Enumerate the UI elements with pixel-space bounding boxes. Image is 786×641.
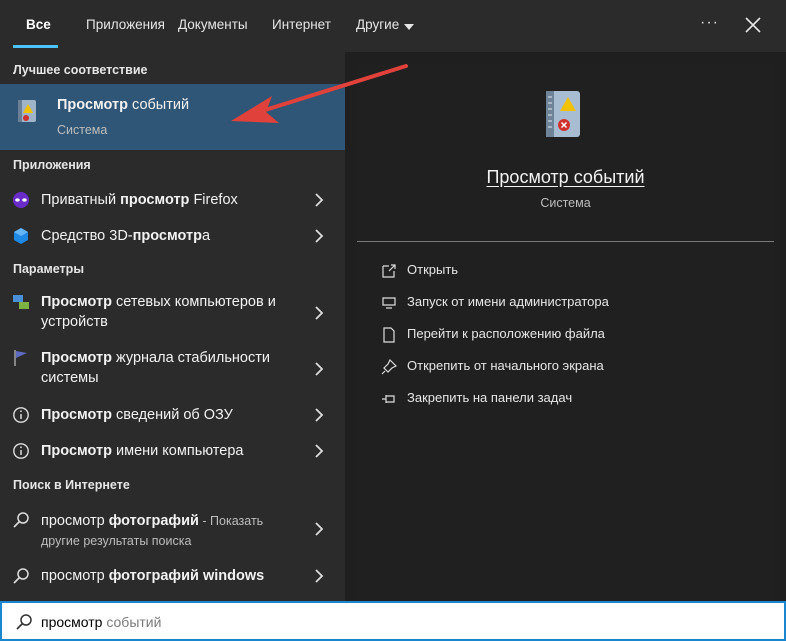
item-bold: Просмотр xyxy=(41,407,112,423)
best-match-subtitle: Система xyxy=(57,123,108,137)
item-line2: устройств xyxy=(41,314,108,330)
list-item-network-view[interactable]: Просмотр сетевых компьютеров и устройств xyxy=(0,285,345,339)
best-match-title-bold: Просмотр xyxy=(57,97,128,113)
event-viewer-icon xyxy=(546,91,580,137)
best-match-item[interactable]: Просмотр событий Система xyxy=(0,84,345,150)
shield-icon xyxy=(382,296,396,309)
item-bold: просмотр xyxy=(120,192,190,208)
tab-internet[interactable]: Интернет xyxy=(272,17,331,32)
item-post: а xyxy=(201,228,211,244)
list-item-3d-viewer[interactable]: Средство 3D-просмотра xyxy=(0,219,345,253)
action-label: Запуск от имени администратора xyxy=(407,294,609,309)
preview-subtitle: Система xyxy=(540,196,591,210)
action-open-file-location[interactable]: Перейти к расположению файла xyxy=(381,326,605,343)
section-apps: Приложения xyxy=(13,158,91,172)
section-best-match: Лучшее соответствие xyxy=(13,63,148,77)
search-icon xyxy=(13,512,29,528)
search-bar[interactable]: просмотр событий xyxy=(0,601,786,641)
close-icon[interactable] xyxy=(744,16,762,34)
more-options-button[interactable]: ··· xyxy=(700,14,719,32)
list-item-web-photos-windows[interactable]: просмотр фотографий windows xyxy=(0,559,345,593)
item-pre: просмотр xyxy=(41,568,109,584)
chevron-down-icon[interactable] xyxy=(404,24,414,30)
event-viewer-icon xyxy=(18,100,36,122)
action-label: Открыть xyxy=(407,262,459,277)
tab-all[interactable]: Все xyxy=(26,17,51,32)
unpin-icon xyxy=(381,358,397,374)
action-run-as-admin[interactable]: Запуск от имени администратора xyxy=(381,294,609,311)
tab-apps[interactable]: Приложения xyxy=(86,17,165,32)
item-bold: Просмотр xyxy=(41,443,112,459)
divider xyxy=(357,241,774,242)
item-bold: Просмотр xyxy=(41,294,112,310)
section-settings: Параметры xyxy=(13,262,84,276)
action-open[interactable]: Открыть xyxy=(381,262,458,279)
item-post: сетевых компьютеров и xyxy=(112,294,276,310)
info-icon xyxy=(13,443,29,459)
item-bold: фотографий windows xyxy=(108,568,265,584)
item-post: - Показать xyxy=(198,514,264,528)
chevron-right-icon[interactable] xyxy=(314,444,324,458)
list-item-firefox-private[interactable]: Приватный просмотр Firefox xyxy=(0,183,345,217)
chevron-right-icon[interactable] xyxy=(314,522,324,536)
list-item-stability-log[interactable]: Просмотр журнала стабильности системы xyxy=(0,341,345,395)
item-post: журнала стабильности xyxy=(112,350,270,366)
action-pin-taskbar[interactable]: Закрепить на панели задач xyxy=(381,390,572,407)
item-pre: Приватный xyxy=(41,192,121,208)
search-tab-bar: Все Приложения Документы Интернет Другие… xyxy=(0,0,786,52)
action-label: Открепить от начального экрана xyxy=(407,358,604,373)
list-item-computer-name[interactable]: Просмотр имени компьютера xyxy=(0,434,345,468)
preview-title[interactable]: Просмотр событий xyxy=(357,167,774,188)
results-panel: Лучшее соответствие Просмотр событий Сис… xyxy=(0,52,345,601)
network-icon xyxy=(13,295,29,309)
item-line2: другие результаты поиска xyxy=(41,534,192,548)
preview-panel: Просмотр событий Система Открыть Запуск … xyxy=(357,65,774,601)
chevron-right-icon[interactable] xyxy=(314,306,324,320)
search-icon xyxy=(13,568,29,584)
tab-other[interactable]: Другие xyxy=(356,17,399,32)
best-match-title-rest: событий xyxy=(128,97,190,113)
open-icon xyxy=(382,263,396,278)
search-query: просмотр xyxy=(41,614,103,630)
item-post: Firefox xyxy=(189,192,238,208)
item-post: имени компьютера xyxy=(112,443,244,459)
chevron-right-icon[interactable] xyxy=(314,362,324,376)
action-label: Закрепить на панели задач xyxy=(407,390,573,405)
active-tab-indicator xyxy=(13,45,58,48)
pin-icon xyxy=(382,394,395,403)
search-icon xyxy=(16,614,32,630)
search-input[interactable]: просмотр событий xyxy=(41,614,161,630)
chevron-right-icon[interactable] xyxy=(314,408,324,422)
info-icon xyxy=(13,407,29,423)
firefox-private-icon xyxy=(13,192,29,208)
item-bold: фотографий xyxy=(108,513,199,529)
item-line2: системы xyxy=(41,370,99,386)
section-web-search: Поиск в Интернете xyxy=(13,478,130,492)
item-pre: Средство 3D- xyxy=(41,228,133,244)
list-item-web-photos[interactable]: просмотр фотографий - Показать другие рез… xyxy=(0,502,345,556)
3d-viewer-icon xyxy=(14,228,28,244)
item-bold: просмотр xyxy=(132,228,202,244)
search-autocomplete-hint: событий xyxy=(102,614,162,630)
flag-icon xyxy=(14,350,27,366)
chevron-right-icon[interactable] xyxy=(314,229,324,243)
chevron-right-icon[interactable] xyxy=(314,569,324,583)
action-label: Перейти к расположению файла xyxy=(407,326,605,341)
item-pre: просмотр xyxy=(41,513,109,529)
action-unpin-start[interactable]: Открепить от начального экрана xyxy=(381,358,604,375)
item-bold: Просмотр xyxy=(41,350,112,366)
tab-documents[interactable]: Документы xyxy=(178,17,248,32)
list-item-ram-info[interactable]: Просмотр сведений об ОЗУ xyxy=(0,398,345,432)
item-post: сведений об ОЗУ xyxy=(112,407,233,423)
chevron-right-icon[interactable] xyxy=(314,193,324,207)
file-location-icon xyxy=(383,326,395,343)
